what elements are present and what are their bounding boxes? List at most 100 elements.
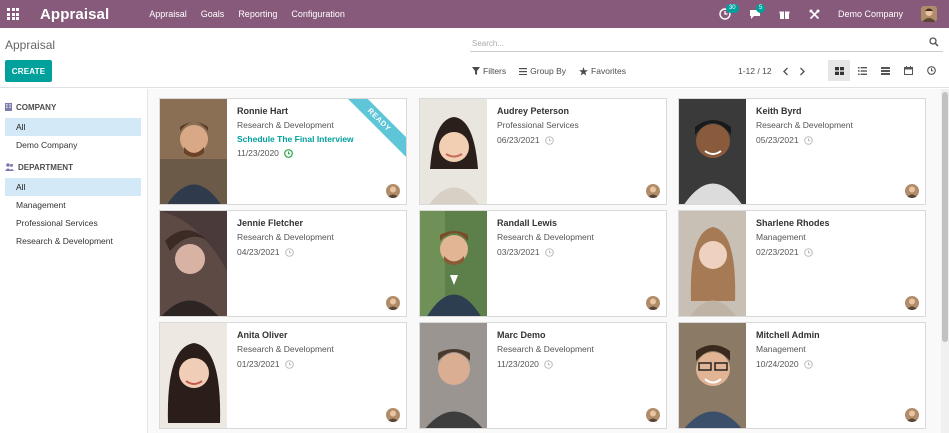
- activity-clock-icon[interactable]: [544, 247, 554, 257]
- manager-avatar: [386, 184, 400, 198]
- employee-name: Audrey Peterson: [497, 106, 570, 116]
- company-switcher[interactable]: Demo Company: [838, 9, 903, 19]
- department-item-all[interactable]: All: [5, 178, 141, 196]
- favorites-toggle[interactable]: Favorites: [579, 66, 626, 76]
- appraisal-card[interactable]: Mitchell Admin Management 10/24/2020: [678, 322, 926, 429]
- appraisal-card[interactable]: Randall Lewis Research & Development 03/…: [419, 210, 667, 317]
- favorites-label: Favorites: [591, 66, 627, 76]
- control-panel: Appraisal CREATE Filters Group By Favori…: [0, 28, 949, 88]
- create-button[interactable]: CREATE: [5, 60, 52, 82]
- appraisal-card[interactable]: Sharlene Rhodes Management 02/23/2021: [678, 210, 926, 317]
- pager-value[interactable]: 1-12 / 12: [738, 66, 772, 76]
- navbar-systray: 30 5 Demo Company: [718, 0, 949, 28]
- employee-department: Management: [756, 232, 806, 242]
- activity-clock-icon[interactable]: [284, 359, 294, 369]
- employee-name: Anita Oliver: [237, 330, 288, 340]
- appraisal-date-row: 06/23/2021: [497, 133, 662, 147]
- company-header-label: COMPANY: [16, 102, 57, 112]
- kanban-view: READY Ronnie Hart Research & Development…: [148, 89, 941, 433]
- employee-name: Jennie Fletcher: [237, 218, 304, 228]
- activity-clock-icon[interactable]: [803, 135, 813, 145]
- breadcrumb: Appraisal: [5, 38, 56, 52]
- employee-department: Research & Development: [237, 120, 334, 130]
- department-header-label: DEPARTMENT: [18, 162, 73, 172]
- menu-appraisal[interactable]: Appraisal: [149, 9, 187, 19]
- appraisal-date: 05/23/2021: [756, 135, 799, 145]
- employee-photo: [160, 211, 227, 316]
- employee-name: Keith Byrd: [756, 106, 802, 116]
- groupby-toggle[interactable]: Group By: [519, 66, 566, 76]
- employee-department: Research & Development: [756, 120, 853, 130]
- employee-department: Research & Development: [497, 344, 594, 354]
- appraisal-date: 11/23/2020: [497, 359, 539, 369]
- main-menu: Appraisal Goals Reporting Configuration: [149, 9, 359, 19]
- activity-clock-icon[interactable]: [284, 247, 294, 257]
- manager-avatar: [386, 408, 400, 422]
- gantt-view-icon[interactable]: [874, 60, 896, 81]
- appraisal-date: 03/23/2021: [497, 247, 540, 257]
- messages-count-badge: 5: [755, 4, 766, 13]
- employee-department: Research & Development: [497, 232, 594, 242]
- appraisal-date-row: 03/23/2021: [497, 245, 662, 259]
- building-icon: [5, 103, 12, 111]
- manager-avatar: [905, 408, 919, 422]
- debug-tools-icon[interactable]: [808, 7, 822, 21]
- user-avatar[interactable]: [921, 6, 937, 22]
- search-options: Filters Group By Favorites: [472, 66, 639, 76]
- employee-department: Professional Services: [497, 120, 579, 130]
- employee-department: Research & Development: [237, 232, 334, 242]
- scrollbar-thumb[interactable]: [942, 92, 948, 342]
- appraisal-date: 01/23/2021: [237, 359, 280, 369]
- activity-clock-icon[interactable]: [544, 135, 554, 145]
- activity-view-icon[interactable]: [920, 60, 942, 81]
- menu-goals[interactable]: Goals: [201, 9, 225, 19]
- department-item-research-development[interactable]: Research & Development: [5, 232, 141, 250]
- company-item-all[interactable]: All: [5, 118, 141, 136]
- kanban-view-icon[interactable]: [828, 60, 850, 81]
- filters-toggle[interactable]: Filters: [472, 66, 506, 76]
- appraisal-date: 10/24/2020: [756, 359, 799, 369]
- appraisal-card[interactable]: Marc Demo Research & Development 11/23/2…: [419, 322, 667, 429]
- top-navbar: Appraisal Appraisal Goals Reporting Conf…: [0, 0, 949, 28]
- appraisal-card[interactable]: Jennie Fletcher Research & Development 0…: [159, 210, 407, 317]
- menu-reporting[interactable]: Reporting: [238, 9, 277, 19]
- employee-department: Management: [756, 344, 806, 354]
- activity-clock-icon[interactable]: [544, 359, 553, 369]
- gift-icon[interactable]: [778, 7, 792, 21]
- employee-photo: [160, 99, 227, 204]
- appraisal-card[interactable]: Keith Byrd Research & Development 05/23/…: [678, 98, 926, 205]
- apps-menu-icon[interactable]: [7, 8, 19, 20]
- list-view-icon[interactable]: [851, 60, 873, 81]
- activity-status-icon[interactable]: [284, 148, 293, 158]
- employee-department: Research & Development: [237, 344, 334, 354]
- appraisal-date-row: 11/23/2020: [497, 357, 662, 371]
- employee-photo: [420, 99, 487, 204]
- appraisal-date-row: 01/23/2021: [237, 357, 402, 371]
- search-icon[interactable]: [929, 37, 939, 49]
- manager-avatar: [646, 408, 660, 422]
- activity-clock-icon[interactable]: [803, 359, 813, 369]
- employee-name: Sharlene Rhodes: [756, 218, 830, 228]
- pager-previous-icon[interactable]: [782, 67, 789, 76]
- calendar-view-icon[interactable]: [897, 60, 919, 81]
- appraisal-card[interactable]: Anita Oliver Research & Development 01/2…: [159, 322, 407, 429]
- appraisal-card[interactable]: READY Ronnie Hart Research & Development…: [159, 98, 407, 205]
- pager-next-icon[interactable]: [799, 67, 806, 76]
- view-switcher: [828, 60, 943, 81]
- appraisal-date: 11/23/2020: [237, 148, 279, 158]
- kanban-scrollbar[interactable]: [941, 89, 949, 433]
- search-box: [470, 36, 943, 52]
- app-brand[interactable]: Appraisal: [40, 6, 109, 23]
- activity-clock-icon[interactable]: [803, 247, 813, 257]
- messages-icon[interactable]: 5: [748, 4, 766, 21]
- manager-avatar: [905, 296, 919, 310]
- appraisal-date-row: 02/23/2021: [756, 245, 921, 259]
- department-item-management[interactable]: Management: [5, 196, 141, 214]
- company-item-demo-company[interactable]: Demo Company: [5, 136, 141, 154]
- menu-configuration[interactable]: Configuration: [291, 9, 345, 19]
- appraisal-card[interactable]: Audrey Peterson Professional Services 06…: [419, 98, 667, 205]
- next-activity[interactable]: Schedule The Final Interview: [237, 133, 402, 146]
- department-item-professional-services[interactable]: Professional Services: [5, 214, 141, 232]
- search-input[interactable]: [470, 36, 910, 50]
- activity-clock-icon[interactable]: 30: [718, 4, 739, 21]
